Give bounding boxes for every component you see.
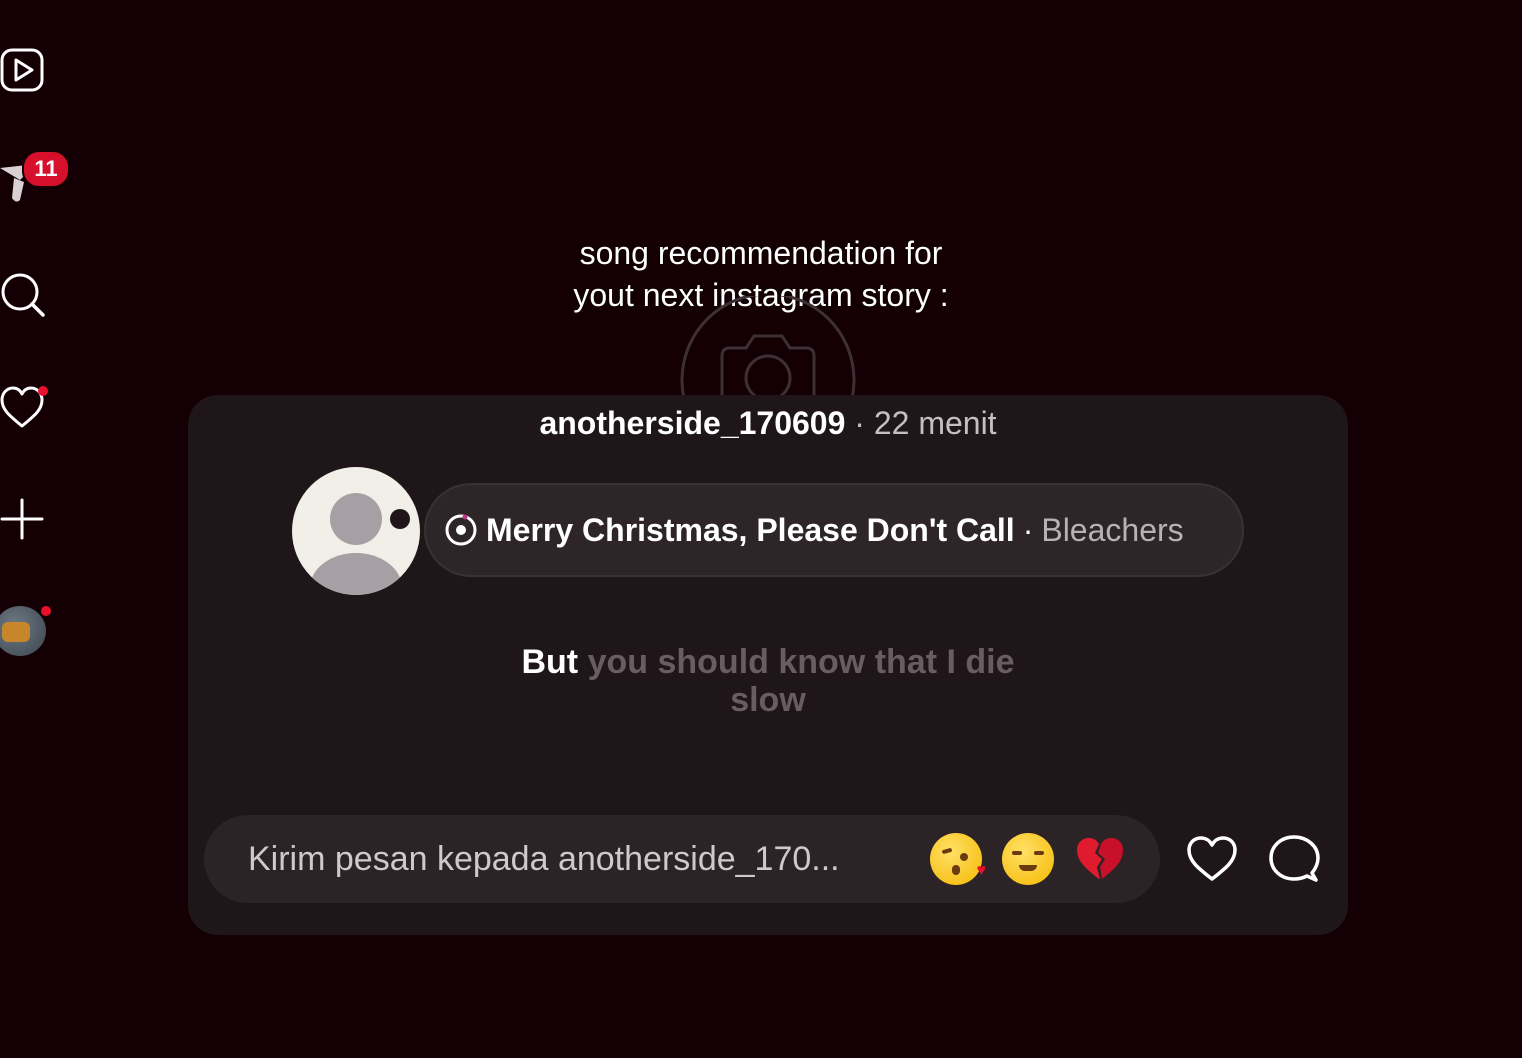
reply-message-box: ♥ xyxy=(204,815,1160,903)
avatar-head xyxy=(330,493,382,545)
comment-icon[interactable] xyxy=(1268,833,1320,885)
story-header: anotherside_170609 · 22 menit xyxy=(188,403,1348,443)
lyric-upcoming-text: you should know that I die xyxy=(587,643,1015,681)
profile-dot xyxy=(41,606,51,616)
story-author-avatar[interactable] xyxy=(292,467,420,595)
avatar-status-dot xyxy=(390,509,410,529)
like-heart-icon[interactable] xyxy=(1186,833,1238,885)
reels-icon[interactable] xyxy=(0,46,48,94)
kissing-heart-emoji[interactable]: ♥ xyxy=(930,833,986,885)
song-artist: Bleachers xyxy=(1041,511,1184,548)
emoji-mouth xyxy=(952,865,960,875)
avatar-body xyxy=(310,553,402,595)
create-icon[interactable] xyxy=(0,496,48,544)
story-caption-line1: song recommendation for xyxy=(579,235,943,271)
emoji-eye xyxy=(1012,851,1022,855)
relieved-face-emoji[interactable] xyxy=(1002,833,1054,885)
broken-heart-emoji[interactable] xyxy=(1074,833,1126,885)
camera-icon xyxy=(680,296,856,396)
lyrics-line-2: slow xyxy=(730,681,806,719)
emoji-eye xyxy=(941,847,953,855)
emoji-heart: ♥ xyxy=(976,862,987,879)
story-viewer-page: 11 song recommendation for yout next ins… xyxy=(0,0,1522,1058)
song-separator: · xyxy=(1022,511,1034,548)
notifications-dot xyxy=(38,386,48,396)
story-timestamp: · 22 menit xyxy=(845,405,997,441)
lyrics-line-1: But you should know that I die xyxy=(188,643,1348,681)
music-playing-icon xyxy=(445,514,477,546)
story-username[interactable]: anotherside_170609 xyxy=(539,405,845,441)
emoji-eye xyxy=(960,853,968,861)
emoji-eye xyxy=(1034,851,1044,855)
lyric-active-word: But xyxy=(521,643,579,681)
left-sidebar: 11 xyxy=(0,0,70,1058)
lyrics-display: But you should know that I die slow xyxy=(188,643,1348,719)
profile-avatar-face xyxy=(2,622,30,642)
music-sticker[interactable]: Merry Christmas, Please Don't Call · Ble… xyxy=(424,483,1244,577)
story-card: anotherside_170609 · 22 menit Merry Chri… xyxy=(188,395,1348,935)
reply-input[interactable] xyxy=(246,838,910,880)
messages-badge: 11 xyxy=(22,150,70,188)
emoji-mouth xyxy=(1019,865,1037,871)
profile-avatar[interactable] xyxy=(0,606,46,656)
song-title: Merry Christmas, Please Don't Call xyxy=(486,511,1015,548)
